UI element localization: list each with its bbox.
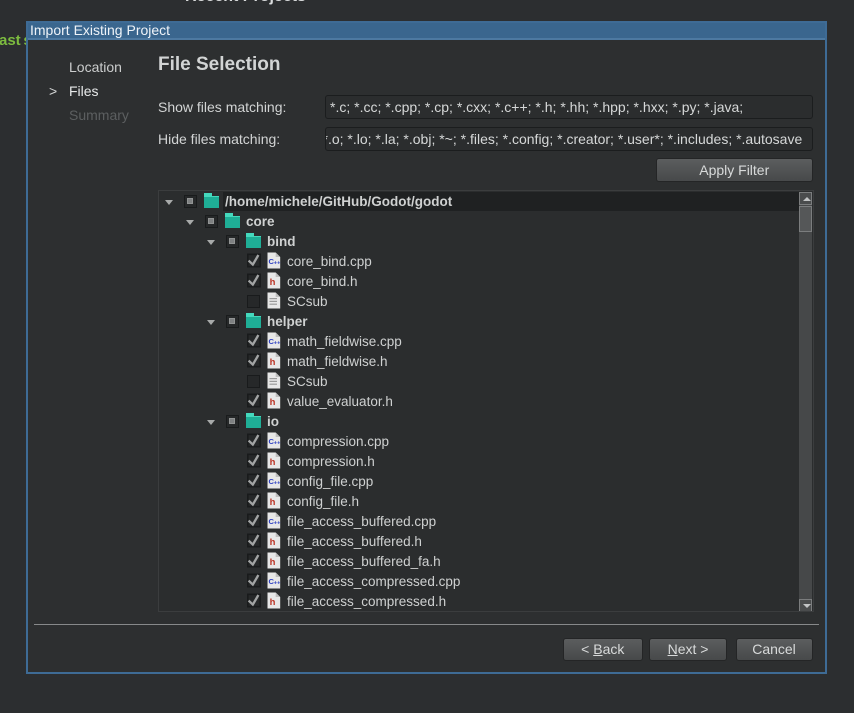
svg-text:h: h [269, 557, 275, 568]
svg-text:++: ++ [273, 520, 280, 526]
svg-text:h: h [269, 277, 275, 288]
svg-text:++: ++ [273, 440, 280, 446]
svg-text:++: ++ [273, 580, 280, 586]
svg-text:h: h [269, 597, 275, 608]
svg-text:++: ++ [273, 340, 280, 346]
svg-text:h: h [269, 497, 275, 508]
svg-text:++: ++ [273, 260, 280, 266]
svg-text:h: h [269, 357, 275, 368]
svg-text:h: h [269, 397, 275, 408]
svg-text:h: h [269, 457, 275, 468]
svg-text:++: ++ [273, 480, 280, 486]
svg-text:h: h [269, 537, 275, 548]
